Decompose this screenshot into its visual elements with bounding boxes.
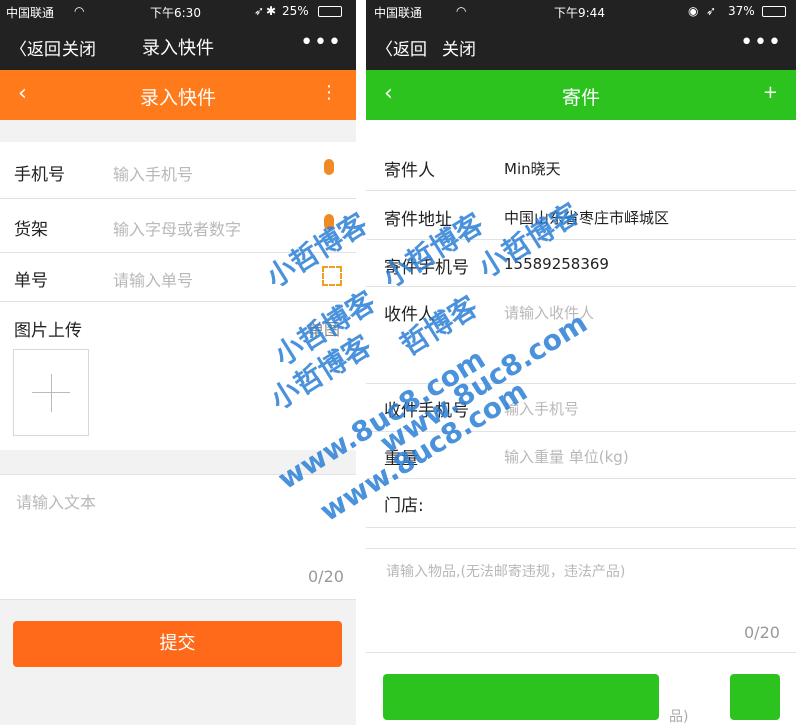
items-area-block: 请输入物品,(无法邮寄违规，违法产品) 0/20: [366, 548, 796, 653]
scan-icon[interactable]: [322, 266, 342, 286]
location-icon: ➶: [706, 4, 717, 18]
status-bar: 中国联通 ◠ 下午9:44 ◉ ➶ 37%: [366, 0, 796, 22]
status-bar: 中国联通 ◠ 下午6:30 ➶ ✱ 25%: [0, 0, 356, 22]
wifi-icon: ◠: [74, 4, 85, 18]
app-title: 寄件: [561, 87, 600, 109]
weight-label: 重量: [384, 449, 418, 469]
weight-row: 重量 输入重量 单位(kg): [366, 432, 796, 479]
battery-icon: [762, 6, 786, 17]
more-menu-button[interactable]: •••: [740, 30, 782, 55]
shelf-input[interactable]: 输入字母或者数字: [113, 216, 241, 240]
app-header: ‹ 录入快件 ⋮: [0, 70, 356, 120]
sender-phone-label: 寄件手机号: [384, 258, 469, 278]
receiver-label: 收件人: [384, 305, 435, 325]
receiver-input[interactable]: 请输入收件人: [504, 302, 594, 323]
app-header: ‹ 寄件 +: [366, 70, 796, 120]
submit-button[interactable]: 提交: [13, 621, 342, 667]
kebab-menu-icon[interactable]: ⋮: [320, 82, 338, 103]
sender-phone-row: 寄件手机号 15589258369: [366, 240, 796, 287]
shelf-label: 货架: [14, 220, 48, 240]
submit-button[interactable]: [383, 674, 659, 720]
phone-row: 手机号 输入手机号: [0, 142, 356, 199]
sender-label: 寄件人: [384, 161, 435, 181]
char-counter: 0/20: [744, 623, 780, 642]
number-input[interactable]: 请输入单号: [113, 267, 193, 291]
secondary-button[interactable]: [730, 674, 780, 720]
sender-value[interactable]: Min晓天: [504, 158, 561, 179]
items-hint-fragment: 品): [669, 709, 689, 725]
app-title: 录入快件: [139, 87, 216, 109]
address-label: 寄件地址: [384, 210, 452, 230]
number-label: 单号: [14, 271, 48, 291]
battery-label: 25%: [282, 4, 309, 18]
receiver-row: 收件人 请输入收件人: [366, 287, 796, 384]
items-input[interactable]: 请输入物品,(无法邮寄违规，违法产品): [386, 561, 625, 581]
wechat-nav-bar: 〈返回 关闭 •••: [366, 22, 796, 70]
back-button[interactable]: 〈返回: [376, 35, 427, 60]
weight-input[interactable]: 输入重量 单位(kg): [504, 446, 629, 467]
number-row: 单号 请输入单号: [0, 253, 356, 302]
battery-icon: [318, 6, 342, 17]
receiver-phone-label: 收件手机号: [384, 401, 469, 421]
battery-label: 37%: [728, 4, 755, 18]
receiver-phone-input[interactable]: 输入手机号: [504, 398, 579, 419]
address-value[interactable]: 中国山东省枣庄市峄城区: [504, 207, 669, 228]
sender-row: 寄件人 Min晓天: [366, 142, 796, 191]
shelf-row: 货架 输入字母或者数字: [0, 199, 356, 253]
address-row: 寄件地址 中国山东省枣庄市峄城区: [366, 191, 796, 240]
carrier-label: 中国联通: [374, 6, 423, 20]
close-button[interactable]: 关闭: [442, 35, 476, 60]
store-row: 门店:: [366, 479, 796, 528]
store-label: 门店:: [384, 496, 424, 516]
text-area-block: 请输入文本 0/20: [0, 474, 356, 600]
microphone-icon[interactable]: [324, 214, 334, 230]
image-upload-button[interactable]: [13, 349, 89, 436]
single-image-hint: 单图: [308, 320, 341, 339]
left-screen: 中国联通 ◠ 下午6:30 ➶ ✱ 25% 〈返回 关闭 录入快件 ••• ‹ …: [0, 0, 356, 725]
image-upload-label: 图片上传: [14, 321, 82, 341]
image-upload-row: 图片上传 单图: [0, 302, 356, 450]
right-screen: 中国联通 ◠ 下午9:44 ◉ ➶ 37% 〈返回 关闭 ••• ‹ 寄件 + …: [366, 0, 796, 725]
location-icon: ➶: [254, 4, 265, 18]
phone-input[interactable]: 输入手机号: [113, 161, 193, 185]
wifi-icon: ◠: [456, 4, 467, 18]
wechat-nav-bar: 〈返回 关闭 录入快件 •••: [0, 22, 356, 70]
phone-label: 手机号: [14, 165, 65, 185]
more-menu-button[interactable]: •••: [300, 30, 342, 55]
add-icon[interactable]: +: [763, 82, 778, 103]
clock-label: 下午6:30: [150, 6, 201, 20]
char-counter: 0/20: [308, 567, 344, 586]
receiver-phone-row: 收件手机号 输入手机号: [366, 384, 796, 432]
alarm-icon: ◉: [688, 4, 699, 18]
carrier-label: 中国联通: [6, 6, 55, 20]
sender-phone-value[interactable]: 15589258369: [504, 255, 609, 273]
text-input[interactable]: 请输入文本: [16, 489, 96, 513]
back-label: 返回: [393, 40, 427, 60]
clock-label: 下午9:44: [554, 6, 605, 20]
microphone-icon[interactable]: [324, 159, 334, 175]
bluetooth-icon: ✱: [266, 4, 277, 18]
